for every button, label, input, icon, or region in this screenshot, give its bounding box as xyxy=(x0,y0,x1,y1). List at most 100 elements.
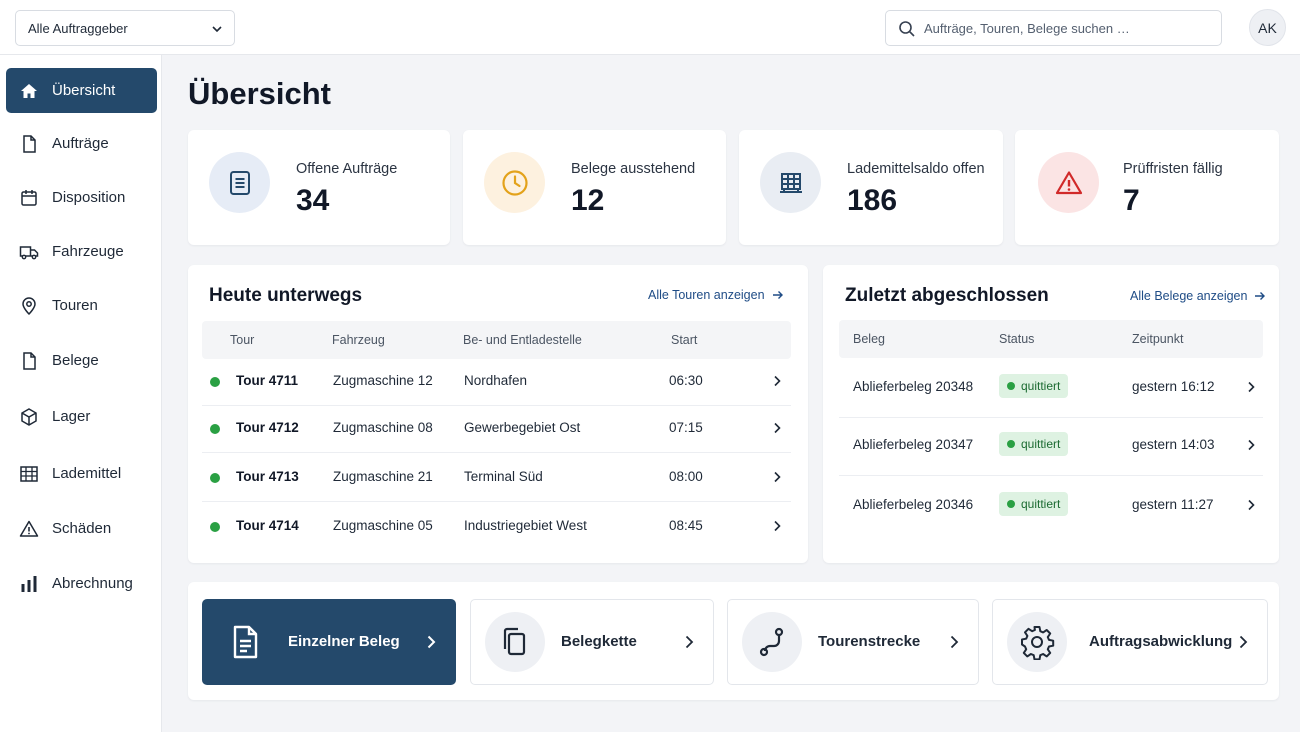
tour-start: 07:15 xyxy=(669,420,703,435)
action-label: Tourenstrecke xyxy=(818,633,921,650)
sidebar-item-label: Touren xyxy=(52,297,98,314)
table-row[interactable]: Tour 4711 Zugmaschine 12 Nordhafen 06:30 xyxy=(202,357,791,406)
stat-card-lademittelsaldo[interactable]: Lademittelsaldo offen 186 xyxy=(739,130,1003,245)
column-header: Be- und Entladestelle xyxy=(463,333,582,347)
client-select[interactable]: Alle Auftraggeber xyxy=(15,10,235,46)
top-bar: Alle Auftraggeber Aufträge, Touren, Bele… xyxy=(0,0,1300,55)
sidebar-item-disposition[interactable]: Disposition xyxy=(6,175,157,220)
sidebar-item-abrechnung[interactable]: Abrechnung xyxy=(6,561,157,606)
action-icon-circle xyxy=(485,612,545,672)
action-label: Einzelner Beleg xyxy=(288,633,400,650)
pallet-icon xyxy=(779,172,802,193)
tour-start: 08:00 xyxy=(669,469,703,484)
sidebar-item-auftraege[interactable]: Aufträge xyxy=(6,121,157,166)
chevron-right-icon xyxy=(1248,381,1255,393)
column-header: Zeitpunkt xyxy=(1132,332,1184,346)
tours-panel-title: Heute unterwegs xyxy=(209,285,363,306)
search-input[interactable]: Aufträge, Touren, Belege suchen … xyxy=(885,10,1222,46)
table-row[interactable]: Tour 4714 Zugmaschine 05 Industriegebiet… xyxy=(202,502,791,551)
sidebar-item-touren[interactable]: Touren xyxy=(6,283,157,328)
table-row[interactable]: Ablieferbeleg 20348 quittiert gestern 16… xyxy=(839,362,1263,418)
tour-start: 06:30 xyxy=(669,373,703,388)
stat-value: 7 xyxy=(1123,184,1140,217)
file-icon xyxy=(23,351,36,370)
stat-card-belege-ausstehend[interactable]: Belege ausstehend 12 xyxy=(463,130,726,245)
sidebar-item-schaeden[interactable]: Schäden xyxy=(6,506,157,551)
stat-icon-circle xyxy=(1038,152,1099,213)
document-name: Ablieferbeleg 20348 xyxy=(853,379,974,394)
stat-icon-circle xyxy=(484,152,545,213)
client-select-value: Alle Auftraggeber xyxy=(28,20,128,36)
sidebar-item-belege[interactable]: Belege xyxy=(6,338,157,383)
tour-vehicle: Zugmaschine 08 xyxy=(333,420,433,435)
home-icon xyxy=(21,83,37,98)
all-tours-link[interactable]: Alle Touren anzeigen xyxy=(648,288,784,302)
stat-icon-circle xyxy=(760,152,821,213)
warning-icon xyxy=(1055,170,1082,194)
document-name: Ablieferbeleg 20347 xyxy=(853,437,974,452)
all-documents-link-label: Alle Belege anzeigen xyxy=(1130,289,1248,303)
sidebar: Übersicht Aufträge Disposition Fahrzeuge… xyxy=(0,55,162,732)
table-row[interactable]: Ablieferbeleg 20347 quittiert gestern 14… xyxy=(839,418,1263,476)
pallet-icon xyxy=(20,465,38,482)
action-belegkette[interactable]: Belegkette xyxy=(470,599,714,685)
column-header: Fahrzeug xyxy=(332,333,385,347)
sidebar-item-label: Disposition xyxy=(52,189,126,206)
status-dot xyxy=(210,473,220,483)
stat-label: Belege ausstehend xyxy=(571,161,696,177)
column-header: Start xyxy=(671,333,698,347)
document-icon xyxy=(233,625,258,659)
sidebar-item-label: Lademittel xyxy=(52,465,122,482)
sidebar-item-label: Schäden xyxy=(52,520,112,537)
tour-id: Tour 4714 xyxy=(236,518,299,533)
stat-icon-circle xyxy=(209,152,270,213)
stat-label: Lademittelsaldo offen xyxy=(847,161,985,177)
tour-id: Tour 4712 xyxy=(236,420,299,435)
arrow-right-icon xyxy=(772,291,783,299)
gear-icon xyxy=(1021,626,1055,660)
sidebar-item-uebersicht[interactable]: Übersicht xyxy=(6,68,157,113)
sidebar-item-label: Übersicht xyxy=(52,82,116,99)
action-einzelner-beleg[interactable]: Einzelner Beleg xyxy=(202,599,456,685)
action-tourenstrecke[interactable]: Tourenstrecke xyxy=(727,599,979,685)
table-row[interactable]: Tour 4712 Zugmaschine 08 Gewerbegebiet O… xyxy=(202,404,791,453)
sidebar-item-label: Abrechnung xyxy=(52,575,133,592)
tour-place: Industriegebiet West xyxy=(464,518,587,533)
table-row[interactable]: Ablieferbeleg 20346 quittiert gestern 11… xyxy=(839,476,1263,536)
bar-chart-icon xyxy=(21,575,37,592)
box-icon xyxy=(21,407,37,426)
recent-panel: Zuletzt abgeschlossen Alle Belege anzeig… xyxy=(823,265,1279,563)
action-icon-circle xyxy=(742,612,802,672)
search-icon xyxy=(899,21,915,37)
stat-card-prueffristen[interactable]: Prüffristen fällig 7 xyxy=(1015,130,1279,245)
arrow-right-icon xyxy=(1255,292,1266,300)
stat-card-offene-auftraege[interactable]: Offene Aufträge 34 xyxy=(188,130,450,245)
chevron-right-icon xyxy=(774,375,781,387)
action-auftragsabwicklung[interactable]: Auftragsabwicklung xyxy=(992,599,1268,685)
all-documents-link[interactable]: Alle Belege anzeigen xyxy=(1130,289,1266,303)
status-badge: quittiert xyxy=(999,374,1069,398)
chevron-down-icon xyxy=(212,26,222,33)
action-icon-circle xyxy=(1007,612,1067,672)
tour-start: 08:45 xyxy=(669,518,703,533)
truck-icon xyxy=(19,245,39,259)
action-icon-circle xyxy=(215,612,275,672)
stat-value: 186 xyxy=(847,184,898,217)
map-pin-icon xyxy=(22,296,36,315)
sidebar-item-lager[interactable]: Lager xyxy=(6,394,157,439)
tours-panel: Heute unterwegs Alle Touren anzeigen Tou… xyxy=(188,265,808,563)
chevron-right-icon xyxy=(1248,439,1255,451)
avatar[interactable]: AK xyxy=(1249,9,1286,46)
status-badge: quittiert xyxy=(999,492,1069,516)
sidebar-item-fahrzeuge[interactable]: Fahrzeuge xyxy=(6,229,157,274)
chevron-right-icon xyxy=(427,635,436,649)
sidebar-item-lademittel[interactable]: Lademittel xyxy=(6,451,157,496)
column-header: Status xyxy=(999,332,1035,346)
stat-label: Prüffristen fällig xyxy=(1123,161,1223,177)
table-row[interactable]: Tour 4713 Zugmaschine 21 Terminal Süd 08… xyxy=(202,453,791,502)
page-title: Übersicht xyxy=(188,76,331,111)
document-icon xyxy=(229,170,250,195)
tour-id: Tour 4711 xyxy=(236,373,299,388)
sidebar-item-label: Belege xyxy=(52,352,99,369)
tour-vehicle: Zugmaschine 05 xyxy=(333,518,433,533)
